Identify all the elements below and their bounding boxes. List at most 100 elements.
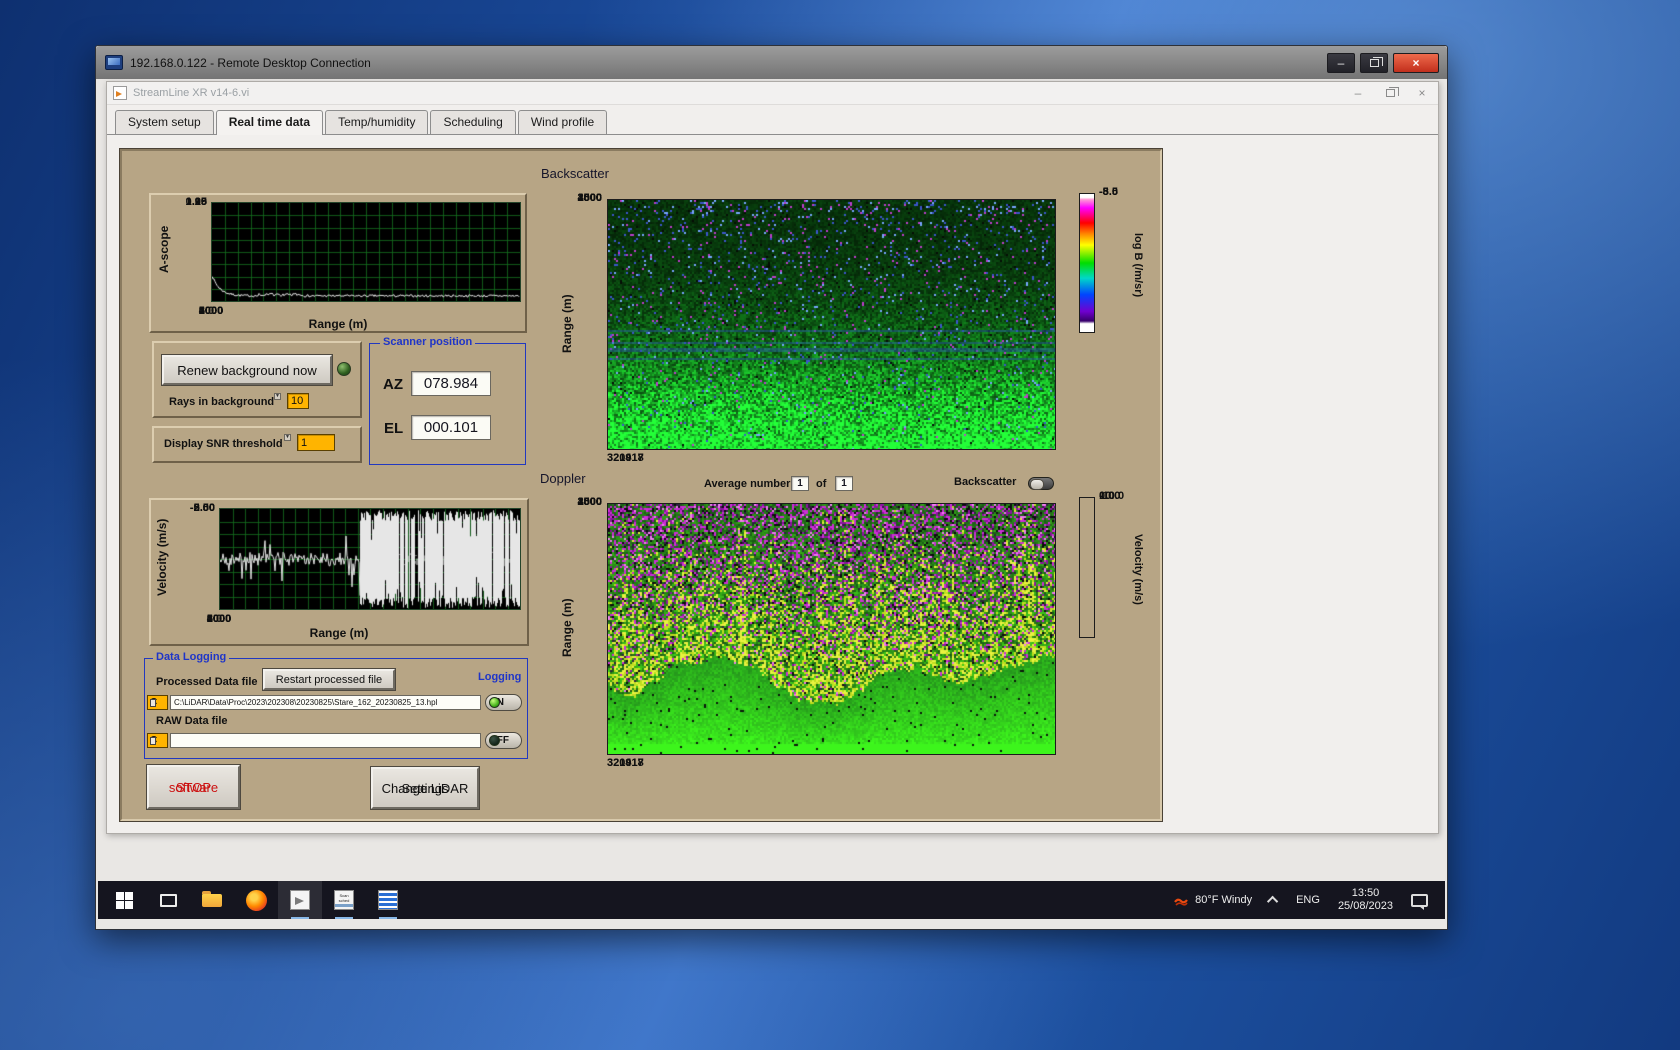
scanner-position-group: Scanner position AZ 078.984 EL 000.101 (369, 336, 526, 465)
data-viewer-button[interactable] (366, 881, 410, 919)
raw-drive-button[interactable]: C (147, 733, 168, 748)
firefox-icon (245, 889, 267, 911)
streamline-app-icon (290, 890, 310, 910)
scan-scheduler-icon: Scan sched (334, 890, 354, 910)
close-icon[interactable]: × (1393, 52, 1439, 73)
raw-logging-toggle[interactable]: OFF (485, 732, 522, 749)
file-explorer-icon (202, 890, 222, 907)
doppler-section-title: Doppler (540, 471, 586, 486)
chevron-up-icon (1267, 895, 1279, 908)
ascope-plot-canvas (211, 202, 521, 302)
el-value-field: 000.101 (411, 415, 491, 440)
snr-controls-group: Display SNR threshold ▲▼ 1 (152, 426, 362, 463)
weather-widget[interactable]: 80°F Windy (1164, 881, 1261, 919)
processed-data-file-label: Processed Data file (156, 676, 258, 688)
on-led-icon (489, 697, 500, 708)
app-minimize-icon[interactable]: – (1342, 82, 1374, 104)
colorbar-tick-label: -10.0 (1099, 490, 1125, 502)
backscatter-toggle-label: Backscatter (954, 476, 1017, 488)
backscatter-toggle[interactable] (1028, 477, 1054, 490)
start-button[interactable] (102, 881, 146, 919)
average-number-field[interactable]: 1 (791, 476, 809, 491)
average-number-label: Average number (704, 478, 791, 490)
front-panel: Backscatter Doppler A-scope 1.20 1.15 1.10… (119, 148, 1163, 822)
restart-processed-file-button[interactable]: Restart processed file (263, 669, 395, 690)
processed-logging-toggle[interactable]: ON (485, 694, 522, 711)
stop-software-button[interactable]: STOP software (147, 765, 240, 809)
doppler-colorbar-label: Velocity (m/s) (1132, 533, 1144, 605)
change-lidar-settings-button[interactable]: Change LiDAR Settings (371, 767, 479, 809)
ascope-x-axis-label: Range (m) (308, 317, 368, 331)
clock-time: 13:50 (1351, 887, 1380, 899)
y-tick-label: 0 (595, 496, 602, 508)
rays-stepper[interactable]: ▲▼ (274, 393, 285, 409)
velocity-y-ticks: 5.00 2.50 0.00 -2.50 -5.00 (175, 503, 215, 613)
off-led-icon (489, 735, 500, 746)
processed-drive-button[interactable]: C (147, 695, 168, 710)
file-explorer-button[interactable] (190, 881, 234, 919)
tab-scheduling[interactable]: Scheduling (430, 110, 516, 134)
y-tick-label: 0.99 (185, 196, 207, 208)
clock-date: 25/08/2023 (1337, 900, 1393, 912)
app-restore-icon[interactable] (1374, 82, 1406, 104)
backscatter-section-title: Backscatter (541, 166, 609, 181)
rdp-window: 192.168.0.122 - Remote Desktop Connectio… (95, 45, 1448, 930)
tray-chevron-button[interactable] (1261, 881, 1287, 919)
browse-icon (150, 698, 156, 707)
tab-bar: System setup Real time data Temp/humidity S… (107, 105, 1438, 135)
data-viewer-icon (378, 890, 398, 910)
velocity-y-axis-label: Velocity (m/s) (155, 518, 169, 596)
language-indicator[interactable]: ENG (1287, 881, 1329, 919)
rdp-window-controls: – × (1327, 52, 1439, 73)
app-window-controls: – × (1342, 82, 1438, 104)
y-tick-label: -5.00 (189, 502, 215, 514)
az-label: AZ (383, 376, 403, 393)
ascope-y-ticks: 1.20 1.15 1.10 1.05 0.99 (173, 197, 207, 303)
task-view-button[interactable] (146, 881, 190, 919)
weather-text: 80°F Windy (1195, 894, 1253, 906)
scan-scheduler-button[interactable]: Scan sched (322, 881, 366, 919)
logging-label: Logging (478, 671, 522, 683)
streamline-app-window: StreamLine XR v14-6.vi – × System setup R… (106, 81, 1439, 834)
raw-path-field[interactable] (170, 733, 481, 748)
language-text: ENG (1296, 894, 1320, 906)
rays-in-background-label: Rays in background (169, 396, 275, 408)
snr-threshold-label: Display SNR threshold (164, 438, 283, 450)
ascope-chart-group: A-scope 1.20 1.15 1.10 1.05 0.99 0 1000 2000 30… (149, 193, 527, 333)
clock[interactable]: 13:50 25/08/2023 (1329, 881, 1402, 919)
average-total-field: 1 (835, 476, 853, 491)
streamline-taskbar-button[interactable] (278, 881, 322, 919)
app-close-icon[interactable]: × (1406, 82, 1438, 104)
tab-wind-profile[interactable]: Wind profile (517, 110, 608, 134)
renew-background-button[interactable]: Renew background now (162, 355, 332, 385)
backscatter-colorbar-label: log B (/m/sr) (1132, 232, 1144, 298)
minimize-icon[interactable]: – (1327, 52, 1355, 73)
doppler-colorbar (1079, 497, 1095, 638)
processed-path-field[interactable]: C:\LiDAR\Data\Proc\2023\202308\20230825\… (170, 695, 481, 710)
snr-stepper[interactable]: ▲▼ (284, 434, 295, 451)
action-center-button[interactable] (1402, 881, 1437, 919)
tab-system-setup[interactable]: System setup (115, 110, 214, 134)
rdp-titlebar[interactable]: 192.168.0.122 - Remote Desktop Connectio… (96, 46, 1447, 79)
task-view-icon (159, 893, 177, 907)
x-tick-label: 6000 (198, 305, 224, 317)
snr-value-field[interactable]: 1 (297, 434, 335, 451)
taskbar: Scan sched 80°F Windy ENG 13:50 25/08/20… (98, 881, 1445, 919)
taskbar-tray: 80°F Windy ENG 13:50 25/08/2023 (1164, 881, 1445, 919)
tab-temp-humidity[interactable]: Temp/humidity (325, 110, 429, 134)
velocity-x-axis-label: Range (m) (309, 626, 369, 640)
doppler-y-ticks: 4000 3500 3000 2500 2000 1500 1000 500 0 (572, 497, 602, 758)
windows-logo-icon (115, 891, 133, 909)
raw-data-file-label: RAW Data file (156, 715, 228, 727)
ascope-y-axis-label: A-scope (157, 225, 171, 273)
background-led-icon (337, 362, 351, 376)
velocity-chart-group: Velocity (m/s) 5.00 2.50 0.00 -2.50 -5.00 01… (149, 498, 529, 646)
tab-real-time-data[interactable]: Real time data (215, 110, 324, 135)
app-client-area: Backscatter Doppler A-scope 1.20 1.15 1.10… (107, 135, 1438, 833)
rdp-window-title: 192.168.0.122 - Remote Desktop Connectio… (130, 55, 371, 70)
firefox-button[interactable] (234, 881, 278, 919)
weather-icon (1174, 898, 1188, 906)
rays-value-field[interactable]: 10 (287, 393, 309, 409)
app-titlebar[interactable]: StreamLine XR v14-6.vi – × (107, 82, 1438, 105)
restore-icon[interactable] (1360, 52, 1388, 73)
